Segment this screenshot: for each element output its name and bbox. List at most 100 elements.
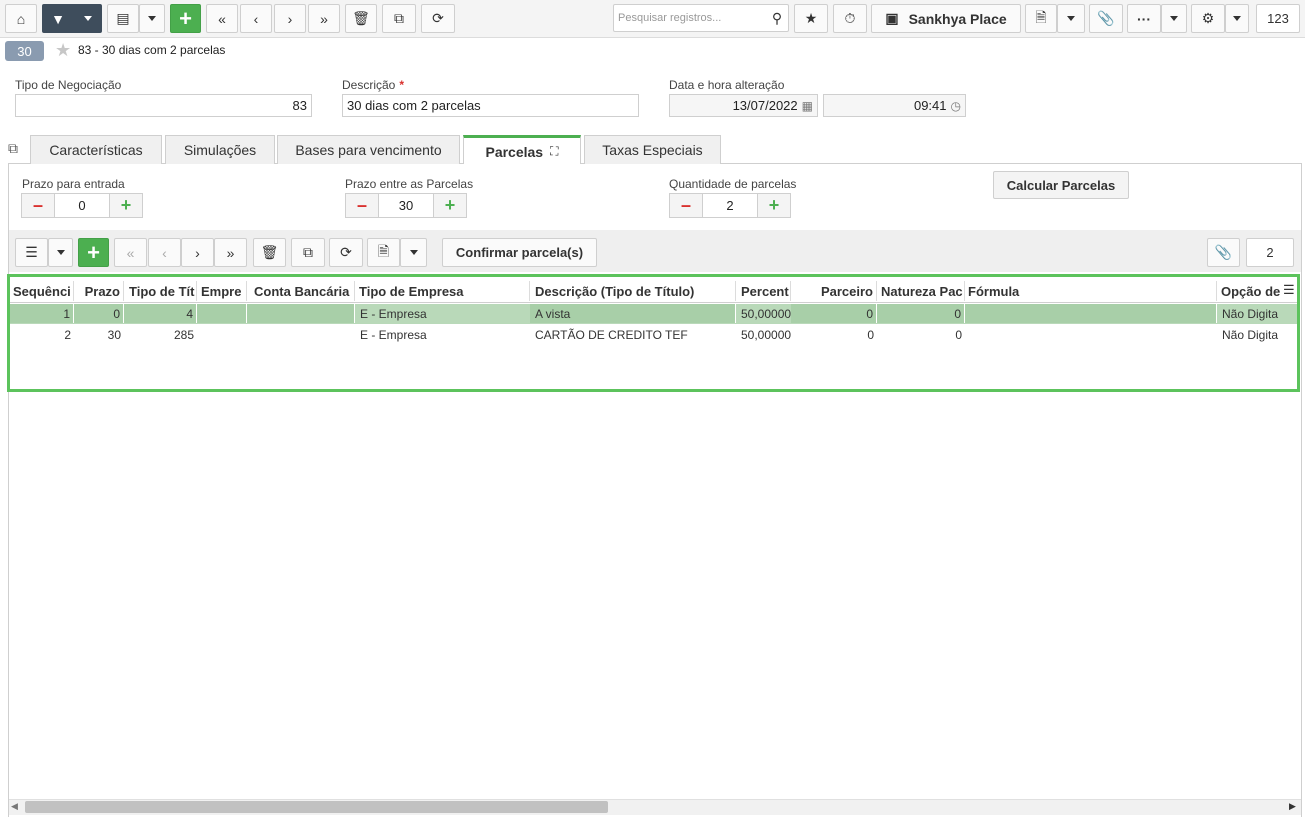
col-percentual[interactable]: Percent (736, 279, 791, 303)
grid-menu-button[interactable]: ☰ (15, 238, 48, 267)
cell-tipo-titulo[interactable]: 4 (124, 304, 197, 323)
home-button[interactable]: ⌂ (5, 4, 37, 33)
grid-menu-dropdown-button[interactable] (48, 238, 73, 267)
tab-parcelas[interactable]: Parcelas ⛶ (463, 135, 581, 165)
add-button[interactable]: + (170, 4, 201, 33)
cell-descricao[interactable]: CARTÃO DE CREDITO TEF (530, 325, 736, 344)
cell-empresa[interactable] (197, 325, 247, 344)
more-dropdown-button[interactable] (1161, 4, 1187, 33)
previous-record-button[interactable]: ‹ (240, 4, 272, 33)
increment-button[interactable]: + (757, 193, 791, 218)
cell-conta-bancaria[interactable] (247, 304, 355, 323)
tab-caracteristicas[interactable]: Características (30, 135, 162, 164)
attachment-button[interactable]: 📎 (1089, 4, 1123, 33)
col-natureza[interactable]: Natureza Pac (877, 279, 965, 303)
star-icon[interactable]: ★ (55, 40, 71, 61)
prazo-entre-value[interactable]: 30 (379, 193, 433, 218)
first-record-button[interactable]: « (206, 4, 238, 33)
cell-descricao[interactable]: A vista (530, 304, 736, 323)
table-row[interactable]: 2 30 285 E - Empresa CARTÃO DE CREDITO T… (10, 325, 1297, 345)
cell-tipo-empresa[interactable]: E - Empresa (355, 325, 530, 344)
delete-row-button[interactable]: 🗑 (253, 238, 286, 267)
confirmar-parcelas-button[interactable]: Confirmar parcela(s) (442, 238, 597, 267)
tab-simulacoes[interactable]: Simulações (165, 135, 275, 164)
table-row[interactable]: 1 0 4 E - Empresa A vista 50,00000 0 0 N… (10, 304, 1297, 324)
export-dropdown-button[interactable] (1057, 4, 1085, 33)
prazo-entrada-value[interactable]: 0 (55, 193, 109, 218)
col-tipo-empresa[interactable]: Tipo de Empresa (355, 279, 530, 303)
settings-dropdown-button[interactable] (1225, 4, 1249, 33)
next-record-button[interactable]: › (274, 4, 306, 33)
refresh-grid-button[interactable]: ⟳ (329, 238, 363, 267)
copy-icon[interactable]: ⧉ (8, 140, 18, 157)
cell-natureza[interactable]: 0 (877, 325, 965, 344)
tab-bases-vencimento[interactable]: Bases para vencimento (277, 135, 460, 164)
export-grid-dropdown-button[interactable] (400, 238, 427, 267)
cell-parceiro[interactable]: 0 (791, 304, 877, 323)
col-conta-bancaria[interactable]: Conta Bancária (247, 279, 355, 303)
descricao-field[interactable]: 30 dias com 2 parcelas (342, 94, 639, 117)
add-row-button[interactable]: + (78, 238, 109, 267)
expand-icon[interactable]: ⛶ (550, 144, 558, 159)
last-row-button[interactable]: » (214, 238, 247, 267)
cell-formula[interactable] (965, 304, 1217, 323)
cell-natureza[interactable]: 0 (877, 304, 965, 323)
cell-tipo-empresa[interactable]: E - Empresa (355, 304, 530, 323)
decrement-button[interactable]: – (669, 193, 703, 218)
grid-attachment-button[interactable]: 📎 (1207, 238, 1240, 267)
scroll-left-icon[interactable]: ◀ (11, 801, 18, 812)
increment-button[interactable]: + (109, 193, 143, 218)
col-prazo[interactable]: Prazo (74, 279, 124, 303)
cell-empresa[interactable] (197, 304, 247, 323)
data-alteracao-field[interactable]: 13/07/2022 ▦ (669, 94, 818, 117)
cell-conta-bancaria[interactable] (247, 325, 355, 344)
cell-sequencia[interactable]: 1 (10, 304, 74, 323)
tipo-negociacao-field[interactable]: 83 (15, 94, 312, 117)
duplicate-row-button[interactable]: ⧉ (291, 238, 325, 267)
col-opcao[interactable]: Opção de (1217, 279, 1283, 303)
col-descricao-tipo-titulo[interactable]: Descrição (Tipo de Título) (530, 279, 736, 303)
calcular-parcelas-button[interactable]: Calcular Parcelas (993, 171, 1129, 199)
filter-dropdown-button[interactable] (74, 4, 102, 33)
cell-percentual[interactable]: 50,00000 (736, 304, 791, 323)
grid-view-dropdown-button[interactable] (139, 4, 165, 33)
cell-opcao[interactable]: Não Digita (1217, 325, 1297, 344)
cell-percentual[interactable]: 50,00000 (736, 325, 791, 344)
col-sequencia[interactable]: Sequênci (10, 279, 74, 303)
delete-button[interactable]: 🗑 (345, 4, 377, 33)
cell-formula[interactable] (965, 325, 1217, 344)
scrollbar-thumb[interactable] (25, 801, 608, 813)
increment-button[interactable]: + (433, 193, 467, 218)
first-row-button[interactable]: « (114, 238, 147, 267)
tab-taxas-especiais[interactable]: Taxas Especiais (584, 135, 721, 164)
cell-sequencia[interactable]: 2 (10, 325, 74, 344)
favorite-button[interactable]: ★ (794, 4, 828, 33)
col-tipo-titulo[interactable]: Tipo de Tít (124, 279, 197, 303)
duplicate-button[interactable]: ⧉ (382, 4, 416, 33)
export-grid-button[interactable]: 🗎 (367, 238, 400, 267)
col-formula[interactable]: Fórmula (965, 279, 1217, 303)
decrement-button[interactable]: – (21, 193, 55, 218)
cell-opcao[interactable]: Não Digita (1217, 304, 1297, 323)
filter-button[interactable]: ▼ (42, 4, 74, 33)
cell-tipo-titulo[interactable]: 285 (124, 325, 197, 344)
sankhya-place-button[interactable]: ▣ Sankhya Place (871, 4, 1021, 33)
more-button[interactable]: ··· (1127, 4, 1161, 33)
cell-prazo[interactable]: 30 (74, 325, 124, 344)
col-empresa[interactable]: Empre (197, 279, 247, 303)
refresh-button[interactable]: ⟳ (421, 4, 455, 33)
settings-button[interactable]: ⚙ (1191, 4, 1225, 33)
cell-prazo[interactable]: 0 (74, 304, 124, 323)
col-parceiro[interactable]: Parceiro (791, 279, 877, 303)
previous-row-button[interactable]: ‹ (148, 238, 181, 267)
last-record-button[interactable]: » (308, 4, 340, 33)
cell-parceiro[interactable]: 0 (791, 325, 877, 344)
column-menu-icon[interactable]: ☰ (1283, 282, 1295, 298)
quantidade-value[interactable]: 2 (703, 193, 757, 218)
next-row-button[interactable]: › (181, 238, 214, 267)
export-button[interactable]: 🗎 (1025, 4, 1057, 33)
scroll-right-icon[interactable]: ▶ (1289, 801, 1296, 812)
grid-view-button[interactable]: ▤ (107, 4, 139, 33)
timer-button[interactable]: ⏱ (833, 4, 867, 33)
search-input[interactable]: Pesquisar registros... ⚲ (613, 4, 789, 32)
